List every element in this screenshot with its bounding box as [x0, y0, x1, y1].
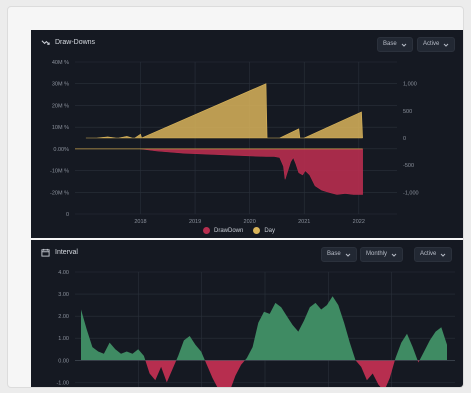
base-dropdown-label: Base: [383, 41, 397, 47]
drawdowns-title: Draw-Downs: [41, 38, 95, 47]
legend-label-day: Day: [264, 227, 276, 234]
y-tick-label: 0.00: [58, 358, 69, 364]
legend-label-drawdown: DrawDown: [214, 227, 244, 234]
drawdowns-chart: 40M % 30M % 20M % 10M % 0.00% -10M % -20M % 0 1,…: [50, 60, 419, 225]
base-dropdown[interactable]: Base: [377, 37, 413, 52]
y-tick-label-right: 0: [403, 136, 406, 142]
active-dropdown-label: Active: [423, 41, 440, 47]
x-tick-label: 2019: [189, 219, 201, 225]
x-tick-label: 2021: [298, 219, 310, 225]
y-tick-label-left: 0: [66, 212, 69, 218]
y-tick-label-left: 20M %: [52, 103, 69, 109]
y-tick-label: 3.00: [58, 292, 69, 298]
chevron-down-icon: [345, 253, 351, 257]
chevron-down-icon: [401, 43, 407, 47]
y-tick-label: 1.00: [58, 336, 69, 342]
series-interval-positive: [81, 296, 447, 361]
chevron-down-icon: [440, 253, 446, 257]
y-tick-label-left: 10M %: [52, 125, 69, 131]
base-dropdown-interval[interactable]: Base: [321, 247, 357, 262]
active-dropdown-interval[interactable]: Active: [414, 247, 453, 262]
y-tick-label-left: 30M %: [52, 82, 69, 88]
interval-panel: Interval Base Monthly Active 4.00 3.00 2.0…: [31, 240, 463, 387]
interval-chart: 4.00 3.00 2.00 1.00 0.00 -1.00: [56, 270, 455, 387]
y-tick-label-left: 40M %: [52, 60, 69, 66]
y-tick-label: 4.00: [58, 270, 69, 276]
x-tick-label: 2020: [244, 219, 256, 225]
monthly-dropdown-label: Monthly: [366, 251, 388, 257]
y-tick-label: 2.00: [58, 314, 69, 320]
active-dropdown[interactable]: Active: [417, 37, 456, 52]
monthly-dropdown[interactable]: Monthly: [360, 247, 404, 262]
legend-swatch-day: [253, 227, 261, 234]
y-tick-label-right: 1,000: [403, 82, 417, 88]
series-day-area: [85, 83, 363, 139]
screenshot-frame: Draw-Downs Base Active 40M % 30M % 20M % 10…: [7, 6, 464, 388]
x-tick-label: 2018: [134, 219, 146, 225]
chevron-down-icon: [391, 253, 397, 257]
interval-title: Interval: [41, 248, 78, 257]
y-tick-label: -1.00: [56, 380, 69, 386]
legend-item-drawdown[interactable]: DrawDown: [203, 227, 243, 234]
y-tick-label-left: -20M %: [50, 190, 69, 196]
y-tick-label-right: -500: [403, 163, 414, 169]
legend-swatch-drawdown: [203, 227, 210, 234]
y-tick-label-left: 0.00%: [53, 147, 69, 153]
drawdowns-panel: Draw-Downs Base Active 40M % 30M % 20M % 10…: [31, 30, 463, 238]
chevron-down-icon: [443, 43, 449, 47]
active-dropdown-interval-label: Active: [420, 251, 437, 257]
interval-title-label: Interval: [55, 249, 78, 256]
drawdowns-title-label: Draw-Downs: [55, 39, 96, 46]
y-tick-label-right: -1,000: [403, 190, 419, 196]
chart-legend: DrawDown Day: [203, 227, 275, 234]
calendar-icon: [41, 248, 50, 257]
trend-down-icon: [41, 40, 50, 45]
x-tick-label: 2022: [353, 219, 365, 225]
base-dropdown-interval-label: Base: [327, 251, 341, 257]
series-drawdown-area: [140, 148, 363, 195]
legend-item-day[interactable]: Day: [253, 227, 275, 234]
y-tick-label-left: -10M %: [50, 169, 69, 175]
y-tick-label-right: 500: [403, 109, 412, 115]
